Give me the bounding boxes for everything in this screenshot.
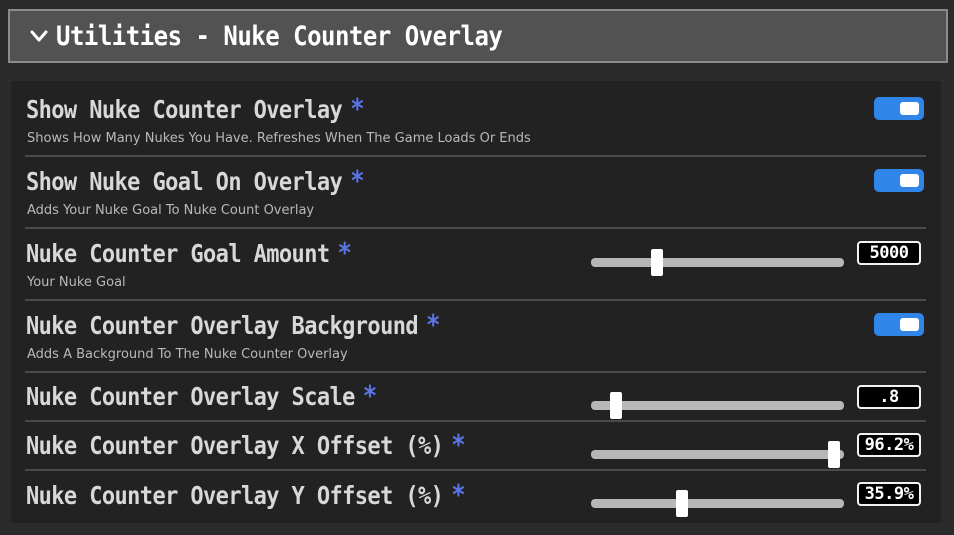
required-star-icon: * <box>451 478 466 512</box>
goal-amount-value[interactable]: 5000 <box>857 241 921 265</box>
x-offset-value[interactable]: 96.2% <box>857 433 921 457</box>
toggle-knob <box>900 102 919 115</box>
slider-thumb[interactable] <box>610 392 623 419</box>
setting-overlay-x-offset: Nuke Counter Overlay X Offset (%) * 96.2% <box>11 422 941 471</box>
setting-title: Nuke Counter Overlay Background <box>26 312 419 342</box>
setting-show-nuke-goal: Show Nuke Goal On Overlay * Adds Your Nuk… <box>11 157 941 229</box>
setting-overlay-background: Nuke Counter Overlay Background * Adds A … <box>11 301 941 373</box>
setting-show-nuke-counter-overlay: Show Nuke Counter Overlay * Shows How Man… <box>11 81 941 157</box>
setting-title: Nuke Counter Overlay X Offset (%) <box>26 432 444 462</box>
setting-title: Nuke Counter Overlay Y Offset (%) <box>26 482 444 512</box>
goal-amount-slider[interactable] <box>591 249 844 276</box>
setting-description: Adds Your Nuke Goal To Nuke Count Overla… <box>27 203 315 218</box>
y-offset-value[interactable]: 35.9% <box>857 482 921 506</box>
required-star-icon: * <box>337 236 352 270</box>
required-star-icon: * <box>426 308 440 342</box>
setting-overlay-y-offset: Nuke Counter Overlay Y Offset (%) * 35.9% <box>11 471 941 523</box>
y-offset-slider[interactable] <box>591 490 844 517</box>
setting-description: Your Nuke Goal <box>27 275 126 290</box>
setting-description: Adds A Background To The Nuke Counter Ov… <box>27 347 348 362</box>
overlay-scale-value[interactable]: .8 <box>857 385 921 409</box>
overlay-scale-slider[interactable] <box>591 392 844 419</box>
setting-title: Nuke Counter Overlay Scale <box>26 383 355 413</box>
setting-description: Shows How Many Nukes You Have. Refreshes… <box>27 131 531 146</box>
slider-thumb[interactable] <box>650 249 663 276</box>
slider-thumb[interactable] <box>675 490 688 517</box>
required-star-icon: * <box>350 92 364 126</box>
required-star-icon: * <box>362 379 377 413</box>
setting-title: Show Nuke Goal On Overlay <box>26 168 343 198</box>
toggle-knob <box>900 174 919 187</box>
show-overlay-toggle[interactable] <box>874 97 924 120</box>
toggle-knob <box>900 318 919 331</box>
show-goal-toggle[interactable] <box>874 169 924 192</box>
setting-overlay-scale: Nuke Counter Overlay Scale * .8 <box>11 373 941 422</box>
setting-goal-amount: Nuke Counter Goal Amount * Your Nuke Goal… <box>11 229 941 301</box>
section-title: Utilities - Nuke Counter Overlay <box>56 20 503 52</box>
chevron-down-icon[interactable] <box>28 25 50 47</box>
overlay-background-toggle[interactable] <box>874 313 924 336</box>
settings-panel: Show Nuke Counter Overlay * Shows How Man… <box>11 81 941 523</box>
setting-title: Show Nuke Counter Overlay <box>26 96 343 126</box>
setting-title: Nuke Counter Goal Amount <box>26 240 330 270</box>
required-star-icon: * <box>451 428 466 462</box>
required-star-icon: * <box>350 164 364 198</box>
section-header[interactable]: Utilities - Nuke Counter Overlay <box>8 9 948 63</box>
slider-thumb[interactable] <box>828 441 841 468</box>
x-offset-slider[interactable] <box>591 441 844 468</box>
